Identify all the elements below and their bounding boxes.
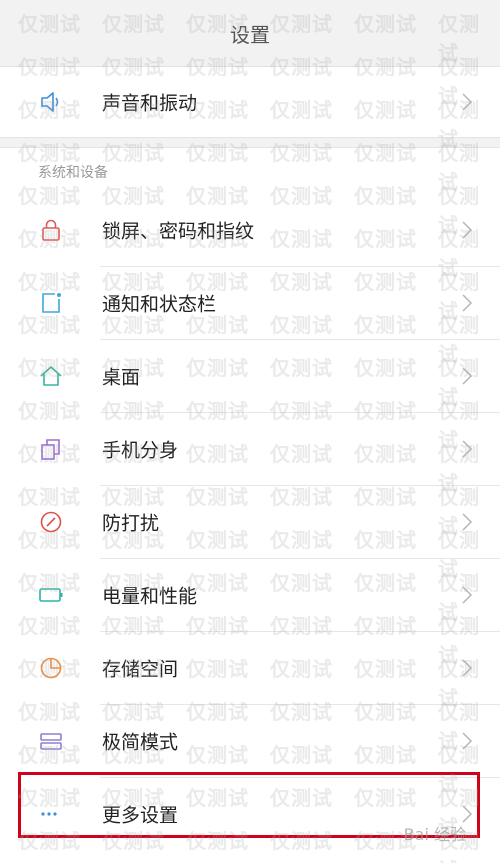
home-icon	[38, 363, 64, 389]
settings-item-label: 通知和状态栏	[102, 293, 217, 316]
title-bar: 设置	[0, 0, 500, 67]
settings-item-label: 锁屏、密码和指纹	[102, 220, 255, 243]
settings-item-do-not-disturb[interactable]: 防打扰	[0, 486, 500, 558]
speaker-icon	[38, 89, 64, 115]
clone-icon	[38, 436, 64, 462]
settings-item-label: 存储空间	[102, 658, 179, 681]
storage-pie-icon	[38, 655, 64, 681]
chevron-right-icon	[462, 732, 473, 750]
simple-mode-icon	[38, 728, 64, 754]
chevron-right-icon	[462, 367, 473, 385]
settings-item-label: 桌面	[102, 366, 141, 389]
lock-icon	[38, 217, 64, 243]
settings-item-label: 声音和振动	[102, 92, 198, 115]
chevron-right-icon	[462, 221, 473, 239]
section-header: 系统和设备	[38, 165, 108, 181]
chevron-right-icon	[462, 659, 473, 677]
chevron-right-icon	[462, 586, 473, 604]
settings-item-simple-mode[interactable]: 极简模式	[0, 705, 500, 777]
settings-item-lock-screen[interactable]: 锁屏、密码和指纹	[0, 194, 500, 266]
more-icon	[38, 801, 64, 827]
settings-item-label: 更多设置	[102, 804, 179, 827]
settings-item-storage[interactable]: 存储空间	[0, 632, 500, 704]
chevron-right-icon	[462, 440, 473, 458]
chevron-right-icon	[462, 93, 473, 111]
system-device-card: 系统和设备 锁屏、密码和指纹 通知和状态栏 桌面 手机分身 防打扰 电量和性能 …	[0, 147, 500, 864]
settings-item-label: 极简模式	[102, 731, 179, 754]
settings-item-notification[interactable]: 通知和状态栏	[0, 267, 500, 339]
chevron-right-icon	[462, 294, 473, 312]
page-title: 设置	[230, 22, 270, 47]
sound-card: 声音和振动	[0, 67, 500, 138]
settings-item-label: 电量和性能	[102, 585, 198, 608]
brand-watermark: Bai 经验	[403, 825, 466, 844]
notification-icon	[38, 290, 64, 316]
battery-icon	[38, 582, 64, 608]
do-not-disturb-icon	[38, 509, 64, 535]
chevron-right-icon	[462, 513, 473, 531]
settings-item-desktop[interactable]: 桌面	[0, 340, 500, 412]
settings-item-label: 手机分身	[102, 439, 179, 462]
settings-item-sound[interactable]: 声音和振动	[0, 67, 500, 137]
settings-item-label: 防打扰	[102, 512, 160, 535]
settings-item-app-clone[interactable]: 手机分身	[0, 413, 500, 485]
settings-item-battery[interactable]: 电量和性能	[0, 559, 500, 631]
